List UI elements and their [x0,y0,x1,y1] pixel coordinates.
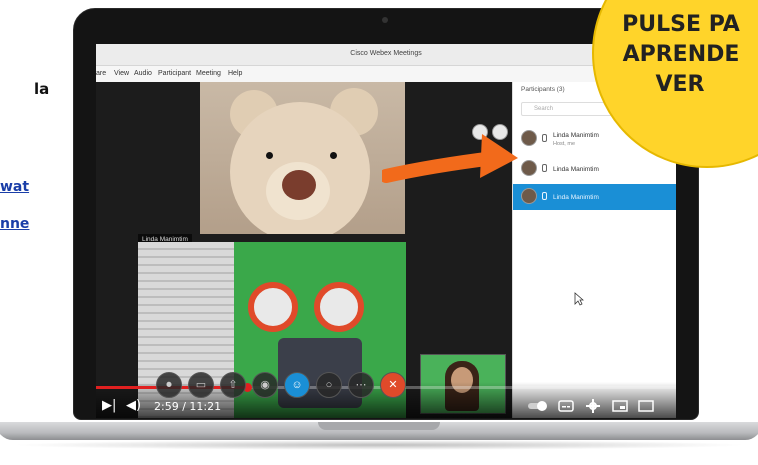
menu-share[interactable]: are [96,70,106,77]
menu-meeting[interactable]: Meeting [196,70,221,77]
video-tile-bear [200,82,405,234]
more-icon[interactable]: ⋯ [348,372,374,398]
settings-gear-icon[interactable] [586,399,600,413]
microphone-icon [542,134,547,142]
menu-bar: are View Audio Participant Meeting Help [96,66,676,82]
orange-arrow-icon [382,134,518,183]
bear-eye [266,152,273,159]
autoplay-toggle-icon[interactable] [528,400,548,412]
article-link-1[interactable]: wat [0,179,29,195]
participants-header[interactable]: Participants (3) [521,86,565,93]
share-icon[interactable]: ⇧ [220,372,246,398]
mouse-cursor-icon [574,292,584,306]
article-text: la [34,80,50,98]
badge-text-line-2: APRENDE [622,42,740,67]
subtitles-icon[interactable] [558,400,574,412]
video-thumbnail[interactable]: la wat nne Cisco Webex Meetings are View… [0,0,758,465]
mute-icon[interactable]: ⏺ [156,372,182,398]
laptop-screen: Cisco Webex Meetings are View Audio Part… [96,44,676,418]
avatar [521,188,537,204]
badge-text-line-1: PULSE PA [622,12,740,37]
participants-icon[interactable]: ☺ [284,372,310,398]
article-link-2[interactable]: nne [0,216,29,232]
camera-icon [382,17,388,23]
end-call-icon[interactable]: ✕ [380,372,406,398]
participant-name: Linda Manimtim [553,166,599,173]
participant-name: Linda Manimtim [553,194,599,201]
window-title: Cisco Webex Meetings [350,50,422,57]
menu-audio[interactable]: Audio [134,70,152,77]
record-icon[interactable]: ◉ [252,372,278,398]
participant-row[interactable]: Linda Manimtim [513,156,676,182]
microphone-icon [542,192,547,200]
window-titlebar: Cisco Webex Meetings [96,44,676,66]
badge-text-line-3: VER [655,72,705,97]
menu-view[interactable]: View [114,70,129,77]
menu-participant[interactable]: Participant [158,70,191,77]
microphone-icon [542,164,547,172]
avatar [521,160,537,176]
chat-icon[interactable]: ○ [316,372,342,398]
laptop-notch [318,422,440,430]
meeting-toolbar: ⏺ ▭ ⇧ ◉ ☺ ○ ⋯ ✕ [156,372,416,408]
avatar [521,130,537,146]
robot-eye [314,282,364,332]
article-text-fragment: la wat nne [0,0,80,465]
miniplayer-icon[interactable] [612,400,628,412]
laptop-shadow [10,440,748,450]
video-icon[interactable]: ▭ [188,372,214,398]
participant-role: Host, me [553,141,576,147]
bear-eye [330,152,337,159]
bear-nose [282,170,316,200]
theater-mode-icon[interactable] [638,400,654,412]
volume-icon[interactable]: ◀) [126,398,141,413]
next-icon[interactable]: ▶| [102,398,116,413]
robot-eye [248,282,298,332]
participant-name: Linda Manimtim [553,132,599,139]
menu-help[interactable]: Help [228,70,242,77]
participant-row-selected[interactable]: Linda Manimtim [513,184,676,210]
